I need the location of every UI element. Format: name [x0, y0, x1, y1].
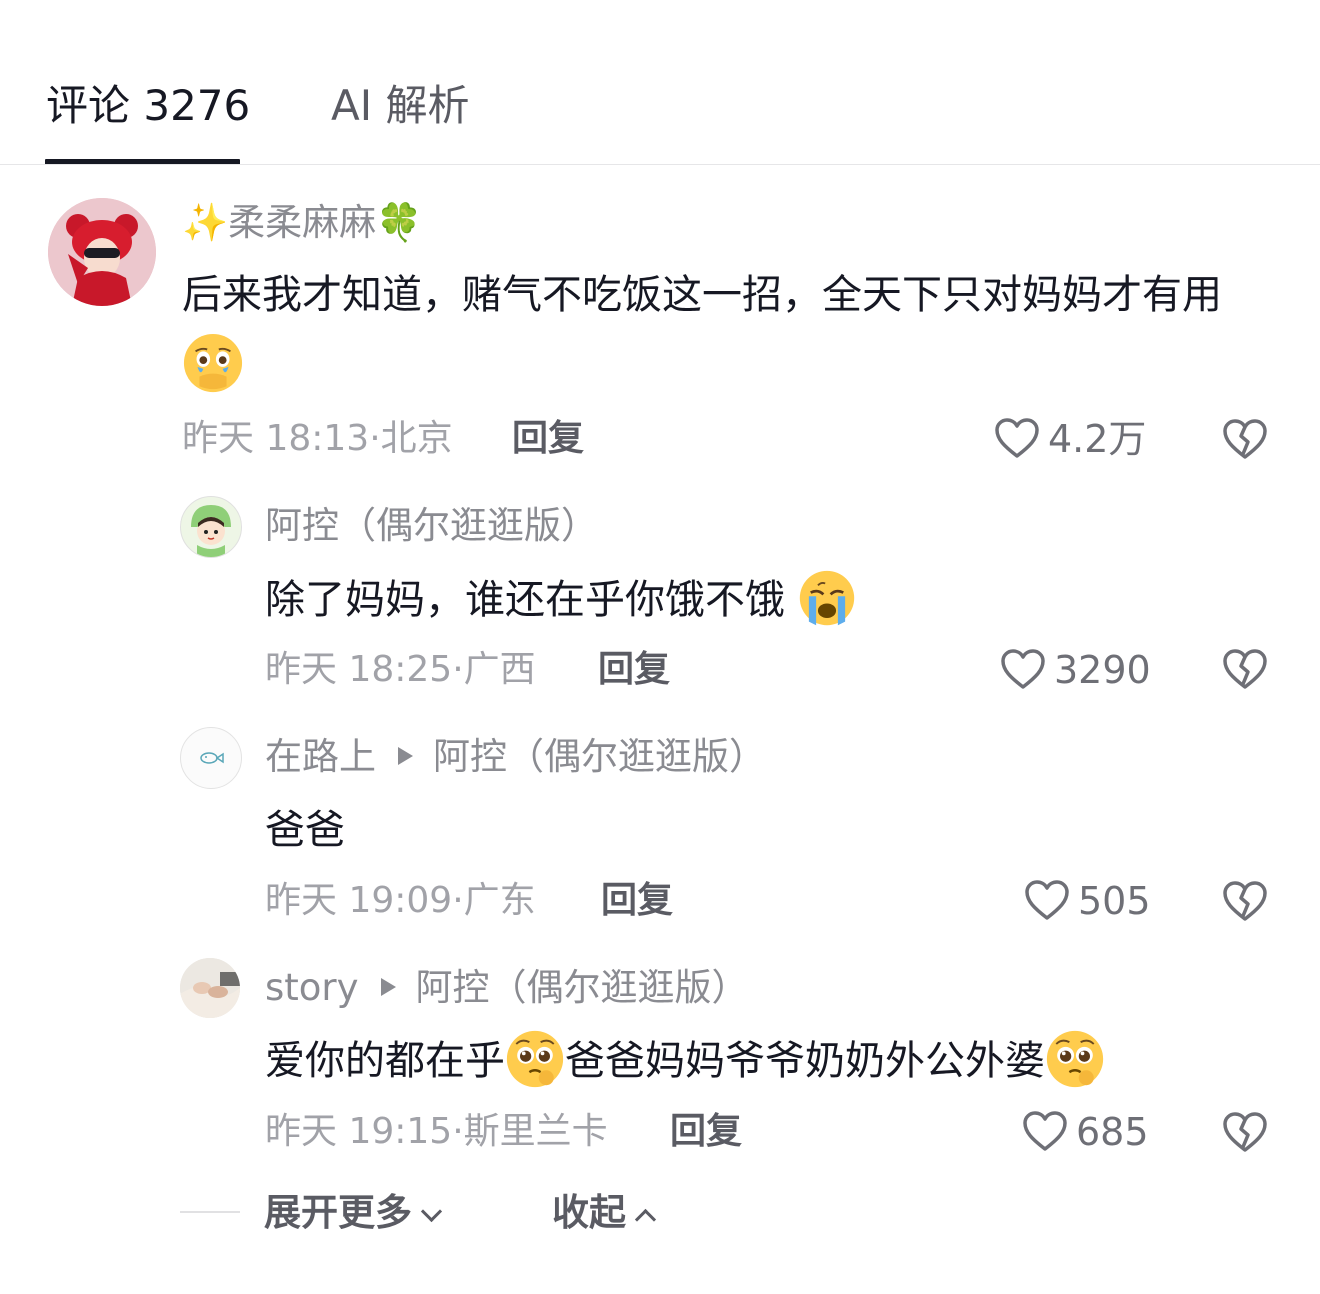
comment-meta: 昨天 19:09·广东: [265, 880, 536, 921]
comment-text: 爸爸: [265, 807, 345, 853]
reply-button[interactable]: 回复: [598, 647, 670, 693]
like-count: 505: [1078, 879, 1151, 923]
cartoon-boy-dino-hood-icon: [181, 497, 241, 557]
avatar[interactable]: [48, 198, 156, 306]
like-count: 685: [1076, 1110, 1149, 1154]
reply-button[interactable]: 回复: [512, 416, 584, 462]
comment-time: 昨天 18:13: [182, 418, 370, 459]
dislike-button[interactable]: [1222, 648, 1268, 694]
like-count: 3290: [1054, 648, 1151, 692]
comment-meta: 昨天 18:25·广西: [265, 649, 536, 690]
broken-heart-icon: [1223, 881, 1267, 921]
heart-icon: [1001, 648, 1045, 689]
username[interactable]: ✨柔柔麻麻🍀: [182, 200, 422, 246]
heart-icon: [1025, 879, 1069, 920]
expand-more-button[interactable]: 展开更多: [264, 1190, 443, 1236]
pleading-face-icon: [506, 1030, 564, 1088]
dislike-button[interactable]: [1222, 418, 1268, 464]
face-holding-back-tears-icon: [183, 333, 243, 393]
reply-to-username[interactable]: 阿控（偶尔逛逛版）: [433, 735, 766, 778]
comment-tabs: 评论 3276 AI 解析: [0, 0, 1320, 165]
like-button[interactable]: 505: [1024, 878, 1151, 925]
reply-button[interactable]: 回复: [670, 1109, 742, 1155]
username[interactable]: 在路上 阿控（偶尔逛逛版）: [265, 734, 766, 780]
like-button[interactable]: 3290: [1000, 647, 1151, 694]
comment-text: 后来我才知道，赌气不吃饭这一招，全天下只对妈妈才有用: [182, 260, 1262, 400]
broken-heart-icon: [1223, 649, 1267, 689]
comment-time: 昨天 19:15: [265, 1111, 453, 1152]
pleading-face-icon: [1046, 1030, 1104, 1088]
comment-location: 北京: [380, 418, 453, 459]
replies-expand-row: 展开更多 收起: [0, 1180, 1320, 1250]
dislike-button[interactable]: [1222, 880, 1268, 926]
username[interactable]: 阿控（偶尔逛逛版）: [265, 503, 598, 549]
avatar[interactable]: [180, 727, 242, 789]
username[interactable]: story 阿控（偶尔逛逛版）: [265, 965, 749, 1011]
broken-heart-icon: [1223, 419, 1267, 459]
sparkles-icon: ✨: [182, 201, 229, 244]
comment-location: 广西: [463, 649, 536, 690]
reply-arrow-icon: [398, 746, 413, 765]
hands-photo-icon: [180, 958, 240, 1018]
expand-divider: [180, 1211, 240, 1213]
fish-doodle-icon: [200, 752, 224, 764]
loudly-crying-face-icon: [799, 570, 854, 626]
comment-time: 昨天 19:09: [265, 880, 453, 921]
reply-button[interactable]: 回复: [601, 878, 673, 924]
avatar[interactable]: [180, 958, 240, 1018]
tabs-divider: [0, 164, 1320, 165]
tab-comments[interactable]: 评论 3276: [46, 80, 250, 132]
heart-icon: [1023, 1110, 1067, 1151]
comment-time: 昨天 18:25: [265, 649, 453, 690]
comment-meta: 昨天 18:13·北京: [182, 418, 453, 459]
like-button[interactable]: 4.2万: [994, 416, 1146, 463]
comment-text: 爱你的都在乎 爸爸妈妈爷爷奶奶外公外婆: [265, 1026, 1265, 1096]
reply-arrow-icon: [380, 977, 396, 996]
collapse-button[interactable]: 收起: [552, 1190, 657, 1236]
broken-heart-icon: [1223, 1112, 1267, 1152]
chevron-up-icon: [634, 1208, 657, 1231]
girl-red-hat-avatar-icon: [48, 198, 156, 306]
like-count: 4.2万: [1048, 417, 1147, 461]
tab-ai-analysis[interactable]: AI 解析: [331, 80, 469, 132]
comment-text: 除了妈妈，谁还在乎你饿不饿: [265, 565, 1265, 635]
reply-to-username[interactable]: 阿控（偶尔逛逛版）: [416, 966, 749, 1009]
comment-location: 广东: [463, 880, 536, 921]
comment-meta: 昨天 19:15·斯里兰卡: [265, 1111, 608, 1152]
four-leaf-clover-icon: 🍀: [376, 201, 423, 244]
comment-location: 斯里兰卡: [463, 1111, 608, 1152]
avatar[interactable]: [180, 496, 242, 558]
chevron-down-icon: [420, 1200, 443, 1223]
dislike-button[interactable]: [1222, 1111, 1268, 1157]
heart-icon: [995, 417, 1039, 458]
like-button[interactable]: 685: [1022, 1109, 1149, 1156]
